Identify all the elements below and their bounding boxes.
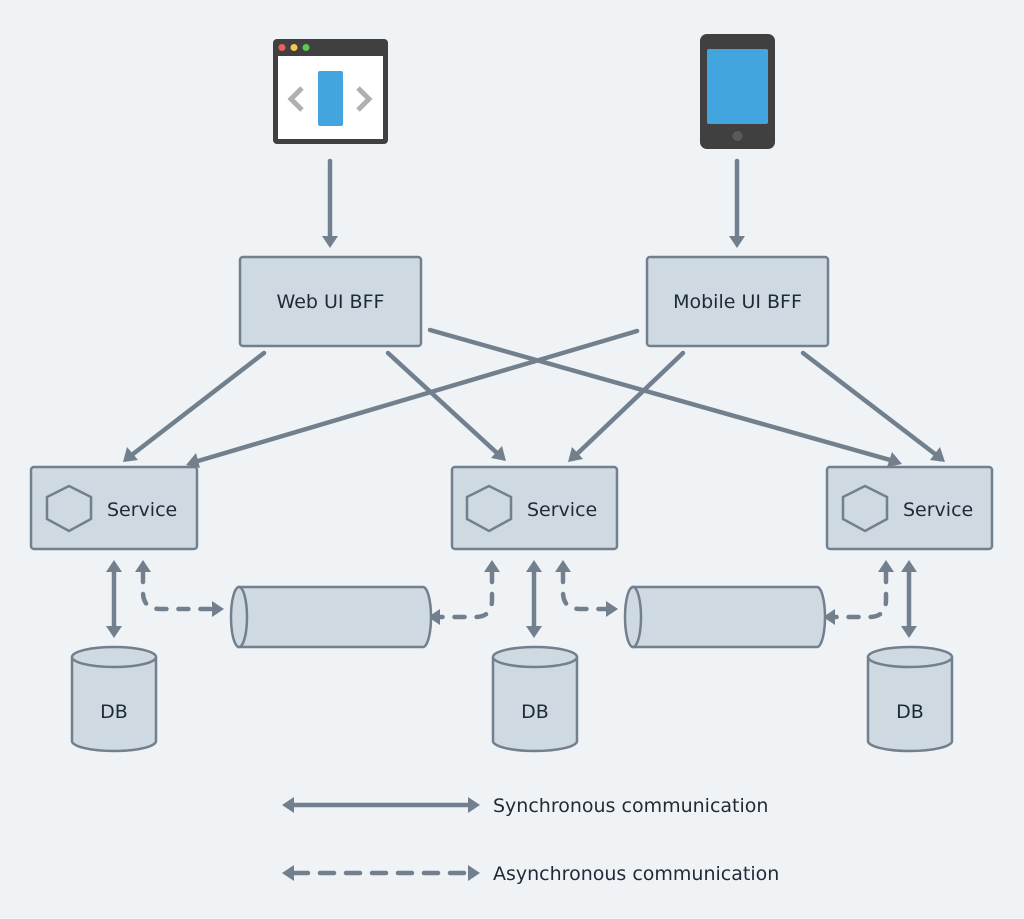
service-1[interactable]: Service — [29, 465, 199, 551]
legend-async-label: Asynchronous communication — [493, 863, 779, 885]
architecture-diagram: Web UI BFF Mobile UI BFF Service Service — [29, 34, 994, 885]
arrow-web-to-bff — [322, 158, 338, 248]
message-queue-2 — [623, 585, 827, 649]
service-2-label: Service — [527, 499, 597, 521]
arrow-service3-db3 — [901, 560, 917, 638]
async-arrow-service1-to-queue1 — [135, 560, 224, 617]
arrow-mobilebff-to-service-3 — [800, 350, 945, 462]
legend-sync-label: Synchronous communication — [493, 795, 768, 817]
mobile-phone-icon — [700, 34, 775, 149]
database-2-label: DB — [521, 701, 549, 723]
service-3[interactable]: Service — [825, 465, 994, 551]
legend-async-arrow-icon — [282, 865, 480, 881]
browser-window-icon — [273, 39, 388, 144]
database-1[interactable]: DB — [70, 645, 158, 753]
message-queue-1 — [229, 585, 433, 649]
mobile-ui-bff[interactable]: Mobile UI BFF — [645, 255, 830, 348]
arrow-webbff-to-service-2 — [385, 350, 506, 461]
database-2[interactable]: DB — [491, 645, 579, 753]
arrow-mobilebff-to-service-1 — [186, 328, 640, 468]
arrow-service1-db1 — [106, 560, 122, 638]
service-1-label: Service — [107, 499, 177, 521]
legend: Synchronous communication Asynchronous c… — [282, 795, 779, 885]
service-3-label: Service — [903, 499, 973, 521]
async-arrow-queue1-to-service2 — [428, 560, 500, 625]
async-arrow-queue2-to-service3 — [823, 560, 894, 625]
service-2[interactable]: Service — [450, 465, 619, 551]
mobile-ui-bff-label: Mobile UI BFF — [673, 291, 802, 313]
arrow-webbff-to-service-3 — [427, 327, 902, 467]
database-3[interactable]: DB — [866, 645, 954, 753]
web-ui-bff-label: Web UI BFF — [277, 291, 385, 313]
database-3-label: DB — [896, 701, 924, 723]
legend-sync-arrow-icon — [282, 797, 480, 813]
async-arrow-service2-to-queue2 — [555, 560, 618, 617]
database-1-label: DB — [100, 701, 128, 723]
arrow-service2-db2 — [526, 560, 542, 638]
arrow-mobilebff-to-service-2 — [568, 350, 686, 462]
arrow-mobile-to-bff — [729, 158, 745, 248]
web-ui-bff[interactable]: Web UI BFF — [238, 255, 423, 348]
